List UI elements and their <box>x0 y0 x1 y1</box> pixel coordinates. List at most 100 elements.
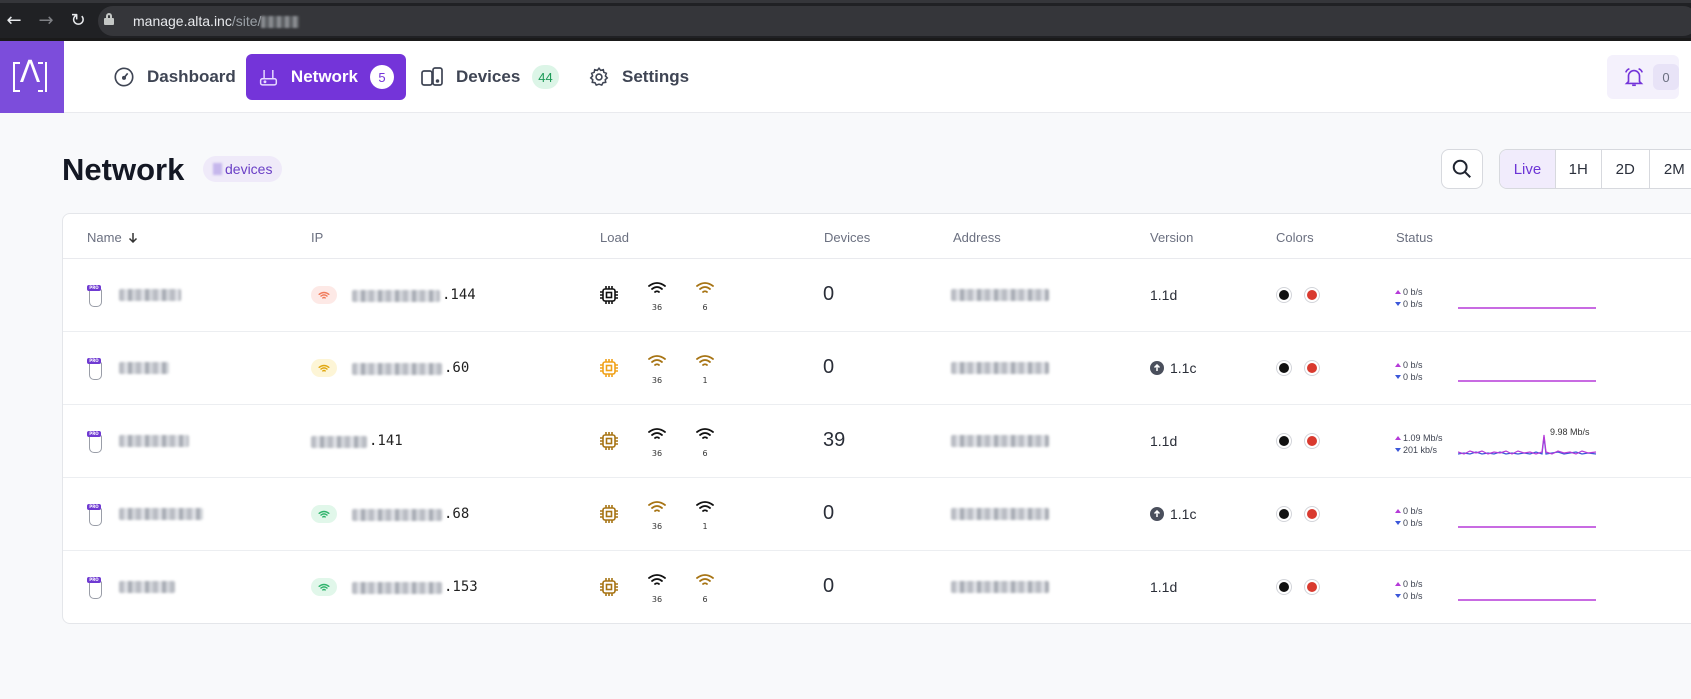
gear-icon <box>589 67 609 87</box>
column-address[interactable]: Address <box>953 230 1001 245</box>
notifications-button[interactable]: 0 <box>1607 55 1679 99</box>
cpu-load-icon <box>600 359 618 377</box>
version[interactable]: 1.1c <box>1150 360 1196 376</box>
app-header: Λ Dashboard Network 5 Devices 44 Setting… <box>0 41 1691 113</box>
lock-icon[interactable] <box>104 13 114 25</box>
column-version[interactable]: Version <box>1150 230 1193 245</box>
color-swatch-black[interactable] <box>1276 579 1292 595</box>
wifi-band-icon <box>648 282 666 293</box>
table-row[interactable]: PRO .144 36 6 0 1.1d 0 b/s 0 b/s <box>63 259 1691 332</box>
gauge-icon <box>114 67 134 87</box>
search-icon <box>1452 159 1471 178</box>
address-redacted <box>951 508 1049 520</box>
range-1h[interactable]: 1H <box>1556 150 1602 188</box>
device-count: 0 <box>823 575 835 597</box>
tab-network[interactable]: Network 5 <box>246 54 406 100</box>
wifi-band-clients: 1 <box>702 376 708 385</box>
wifi-band-icon <box>696 574 714 585</box>
version[interactable]: 1.1c <box>1150 506 1196 522</box>
router-icon <box>259 70 278 86</box>
address-redacted <box>951 581 1049 593</box>
color-swatch-red[interactable] <box>1304 506 1320 522</box>
version-label: 1.1d <box>1150 579 1178 595</box>
reload-icon[interactable]: ↻ <box>68 11 88 31</box>
column-devices[interactable]: Devices <box>824 230 870 245</box>
color-swatch-black[interactable] <box>1276 506 1292 522</box>
wifi-signal-icon <box>318 510 330 518</box>
wifi-band-icon <box>648 428 666 439</box>
chip-redacted <box>213 163 222 175</box>
upload-rate: 0 b/s <box>1403 360 1423 370</box>
column-ip[interactable]: IP <box>311 230 323 245</box>
devices-count-badge: 44 <box>532 65 559 89</box>
wifi-band-icon <box>648 501 666 512</box>
notifications-count: 0 <box>1653 64 1679 90</box>
tab-devices[interactable]: Devices 44 <box>408 54 571 100</box>
column-status[interactable]: Status <box>1396 230 1433 245</box>
ip-status-pill <box>311 505 337 523</box>
status-download: 0 b/s <box>1395 372 1423 382</box>
cpu-load-icon <box>600 505 618 523</box>
column-name[interactable]: Name <box>87 230 138 245</box>
tab-settings[interactable]: Settings <box>576 54 701 100</box>
cpu-load-icon <box>600 286 618 304</box>
tab-settings-label: Settings <box>622 67 690 86</box>
devices-chip[interactable]: devices <box>203 156 283 182</box>
wifi-band-icon <box>648 574 666 585</box>
back-icon[interactable]: ← <box>4 11 24 31</box>
color-swatch-red[interactable] <box>1304 360 1320 376</box>
color-swatch-red[interactable] <box>1304 433 1320 449</box>
url-text[interactable]: manage.alta.inc/site/ <box>133 13 300 29</box>
status-download: 201 kb/s <box>1395 445 1437 455</box>
bell-icon <box>1624 67 1644 87</box>
range-2m[interactable]: 2M <box>1650 150 1691 188</box>
color-swatch-black[interactable] <box>1276 433 1292 449</box>
alta-logo[interactable]: Λ <box>0 41 64 113</box>
url-redacted <box>261 16 300 29</box>
update-available-icon[interactable] <box>1150 361 1164 375</box>
table-row[interactable]: PRO .60 36 1 0 1.1c 0 b/s 0 b/s <box>63 332 1691 405</box>
wifi-band-icon <box>648 355 666 366</box>
table-row[interactable]: PRO .68 36 1 0 1.1c 0 b/s 0 b/s <box>63 478 1691 551</box>
device-name-redacted <box>119 435 189 447</box>
update-available-icon[interactable] <box>1150 507 1164 521</box>
download-rate: 0 b/s <box>1403 591 1423 601</box>
device-count: 0 <box>823 502 835 524</box>
throughput-sparkline <box>1458 307 1596 309</box>
upload-rate: 0 b/s <box>1403 287 1423 297</box>
network-table: Name IP Load Devices Address Version Col… <box>62 213 1691 624</box>
throughput-sparkline <box>1458 380 1596 382</box>
address-bar[interactable] <box>98 6 1691 36</box>
range-live[interactable]: Live <box>1500 150 1556 188</box>
version: 1.1d <box>1150 579 1177 595</box>
ip-status-pill <box>311 359 337 377</box>
wifi-band-clients: 36 <box>651 376 663 385</box>
address-redacted <box>951 289 1049 301</box>
ip-redacted <box>352 290 440 302</box>
search-button[interactable] <box>1441 149 1483 189</box>
color-swatch-black[interactable] <box>1276 360 1292 376</box>
color-swatch-black[interactable] <box>1276 287 1292 303</box>
wifi-signal-icon <box>318 291 330 299</box>
device-name-redacted <box>119 362 169 374</box>
tab-dashboard[interactable]: Dashboard <box>101 54 248 100</box>
color-swatch-red[interactable] <box>1304 579 1320 595</box>
download-rate: 0 b/s <box>1403 299 1423 309</box>
ip-redacted <box>311 436 367 448</box>
download-rate: 0 b/s <box>1403 518 1423 528</box>
wifi-band-clients: 6 <box>702 595 708 604</box>
table-row[interactable]: PRO .141 36 6 39 1.1d 1.09 Mb/s 201 kb/s 9.98 M… <box>63 405 1691 478</box>
ip-suffix: .153 <box>444 579 478 595</box>
ip-suffix: .68 <box>444 506 470 522</box>
column-load[interactable]: Load <box>600 230 629 245</box>
device-count: 39 <box>823 429 846 451</box>
column-colors[interactable]: Colors <box>1276 230 1314 245</box>
table-row[interactable]: PRO .153 36 6 0 1.1d 0 b/s 0 b/s <box>63 551 1691 623</box>
throughput-sparkline <box>1458 526 1596 528</box>
range-2d[interactable]: 2D <box>1602 150 1650 188</box>
color-swatch-red[interactable] <box>1304 287 1320 303</box>
status-upload: 0 b/s <box>1395 287 1423 297</box>
ap-pro-icon: PRO <box>87 504 103 526</box>
wifi-band-icon <box>696 355 714 366</box>
forward-icon[interactable]: → <box>36 11 56 31</box>
